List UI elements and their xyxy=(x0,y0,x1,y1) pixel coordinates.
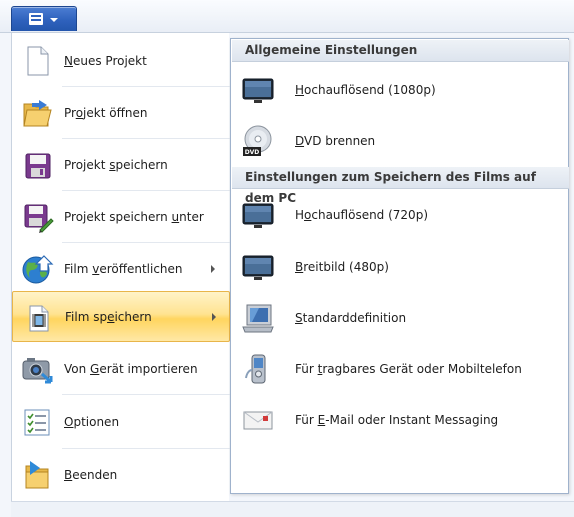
save-movie-submenu: Allgemeine Einstellungen Hochauflösend (… xyxy=(230,38,569,494)
submenu-arrow-icon xyxy=(212,312,216,321)
submenu-item-label: Hochauflösend (720p) xyxy=(295,208,428,222)
exit-icon xyxy=(20,458,54,492)
menu-item-options[interactable]: Optionen xyxy=(12,396,230,447)
new-project-icon xyxy=(20,44,54,78)
menu-item-open-project[interactable]: Projekt öffnen xyxy=(12,87,230,138)
menu-item-label: Projekt speichern unter xyxy=(64,209,204,224)
menu-item-label: Beenden xyxy=(64,467,118,482)
submenu-item-label: Standarddefinition xyxy=(295,311,407,325)
menu-item-label: Von Gerät importieren xyxy=(64,361,198,376)
submenu-item-portable-device[interactable]: Für tragbares Gerät oder Mobiltelefon xyxy=(232,344,569,394)
submenu-item-burn-dvd[interactable]: DVD DVD brennen xyxy=(232,116,569,166)
menu-item-publish-movie[interactable]: Film veröffentlichen xyxy=(12,243,230,294)
submenu-item-email-im[interactable]: Für E-Mail oder Instant Messaging xyxy=(232,395,569,445)
open-folder-icon xyxy=(20,96,54,130)
save-disk-icon xyxy=(20,148,54,182)
menu-item-save-project[interactable]: Projekt speichern xyxy=(12,139,230,190)
save-as-icon xyxy=(20,200,54,234)
menu-separator xyxy=(62,394,230,395)
menu-item-import-from-device[interactable]: Von Gerät importieren xyxy=(12,343,230,394)
submenu-arrow-icon xyxy=(211,264,215,273)
menu-item-save-project-as[interactable]: Projekt speichern unter xyxy=(12,191,230,242)
crt-monitor-icon xyxy=(241,301,275,335)
menu-item-label: Optionen xyxy=(64,414,120,429)
menu-item-exit[interactable]: Beenden xyxy=(12,449,230,500)
menu-item-label: Neues Projekt xyxy=(64,53,147,68)
application-menu-button[interactable] xyxy=(11,6,77,31)
submenu-item-standard-definition[interactable]: Standarddefinition xyxy=(232,293,569,343)
monitor-icon xyxy=(241,250,275,284)
menu-item-label: Film veröffentlichen xyxy=(64,261,183,276)
menu-item-label: Film speichern xyxy=(65,309,152,324)
submenu-item-hd-1080p[interactable]: Hochauflösend (1080p) xyxy=(232,65,569,115)
mobile-phone-icon xyxy=(241,352,275,386)
menu-left-column: Neues Projekt Projekt öffnen Projekt spe… xyxy=(11,33,230,501)
menu-item-label: Projekt speichern xyxy=(64,157,168,172)
menu-item-label: Projekt öffnen xyxy=(64,105,148,120)
publish-globe-icon xyxy=(20,252,54,286)
monitor-icon xyxy=(241,198,275,232)
application-menu: Neues Projekt Projekt öffnen Projekt spe… xyxy=(0,33,574,517)
submenu-item-label: Breitbild (480p) xyxy=(295,260,389,274)
submenu-item-label: Hochauflösend (1080p) xyxy=(295,83,436,97)
ribbon-bar xyxy=(0,0,574,33)
caret-down-icon xyxy=(50,18,58,22)
film-save-icon xyxy=(21,301,55,335)
options-checklist-icon xyxy=(20,405,54,439)
submenu-header-pc: Einstellungen zum Speichern des Films au… xyxy=(232,167,569,205)
submenu-item-widescreen-480p[interactable]: Breitbild (480p) xyxy=(232,242,569,292)
monitor-icon xyxy=(241,73,275,107)
submenu-item-hd-720p[interactable]: Hochauflösend (720p) xyxy=(232,190,569,240)
submenu-item-label: DVD brennen xyxy=(295,134,376,148)
dvd-disc-icon: DVD xyxy=(241,124,275,158)
menu-item-new-project[interactable]: Neues Projekt xyxy=(12,35,230,86)
submenu-header-general: Allgemeine Einstellungen xyxy=(232,40,569,62)
menu-footer xyxy=(11,501,574,517)
dvd-badge-text: DVD xyxy=(245,149,260,156)
email-envelope-icon xyxy=(241,403,275,437)
submenu-item-label: Für tragbares Gerät oder Mobiltelefon xyxy=(295,362,522,376)
submenu-item-label: Für E-Mail oder Instant Messaging xyxy=(295,413,499,427)
camera-import-icon xyxy=(20,352,54,386)
document-menu-icon xyxy=(29,13,43,25)
menu-item-save-movie[interactable]: Film speichern xyxy=(12,291,230,342)
